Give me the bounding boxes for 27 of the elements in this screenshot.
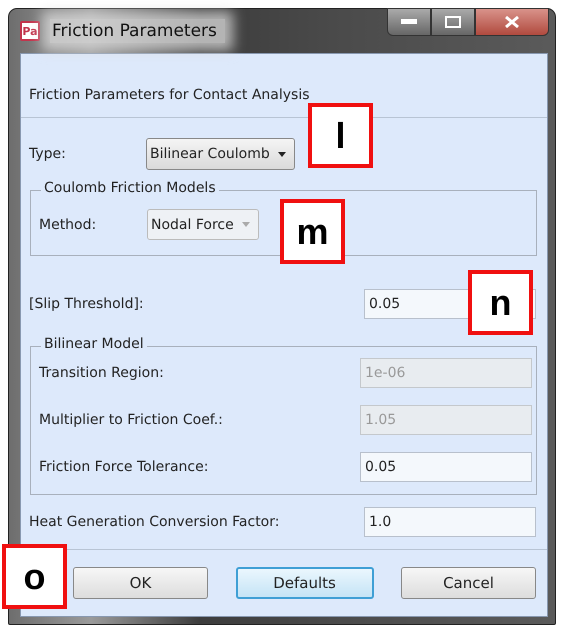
input-field[interactable]: 0.05 — [360, 452, 532, 482]
field-label: Friction Force Tolerance: — [39, 459, 208, 475]
minimize-button[interactable] — [387, 8, 431, 36]
heat-factor-field[interactable]: 1.0 — [364, 507, 536, 537]
field-label: Multiplier to Friction Coef.: — [39, 412, 223, 428]
close-icon[interactable] — [505, 16, 519, 28]
annotation-tooltip: n — [468, 270, 533, 335]
caret-icon — [242, 222, 250, 228]
type-label: Type: — [29, 146, 67, 162]
app-icon: Pa — [20, 21, 40, 41]
heat-factor-label: Heat Generation Conversion Factor: — [29, 514, 280, 530]
type-dropdown[interactable]: Bilinear Coulomb — [146, 138, 296, 170]
annotation-tooltip: o — [2, 544, 67, 609]
maximize-icon[interactable] — [445, 16, 461, 28]
annotation-tooltip: m — [280, 199, 345, 264]
field-label: Transition Region: — [39, 365, 164, 381]
minimize-icon[interactable] — [401, 19, 417, 25]
annotation-tooltip: l — [308, 103, 373, 168]
dialog-button[interactable]: Cancel — [401, 567, 536, 599]
close-button[interactable] — [475, 8, 549, 36]
method-label: Method: — [39, 216, 98, 232]
maximize-button[interactable] — [431, 8, 475, 36]
slip-threshold-label: [Slip Threshold]: — [29, 296, 144, 312]
dialog-button[interactable]: Defaults — [236, 567, 374, 599]
caret-icon — [278, 152, 286, 157]
dialog-button[interactable]: OK — [73, 567, 208, 599]
window-title: Friction Parameters — [50, 19, 225, 43]
